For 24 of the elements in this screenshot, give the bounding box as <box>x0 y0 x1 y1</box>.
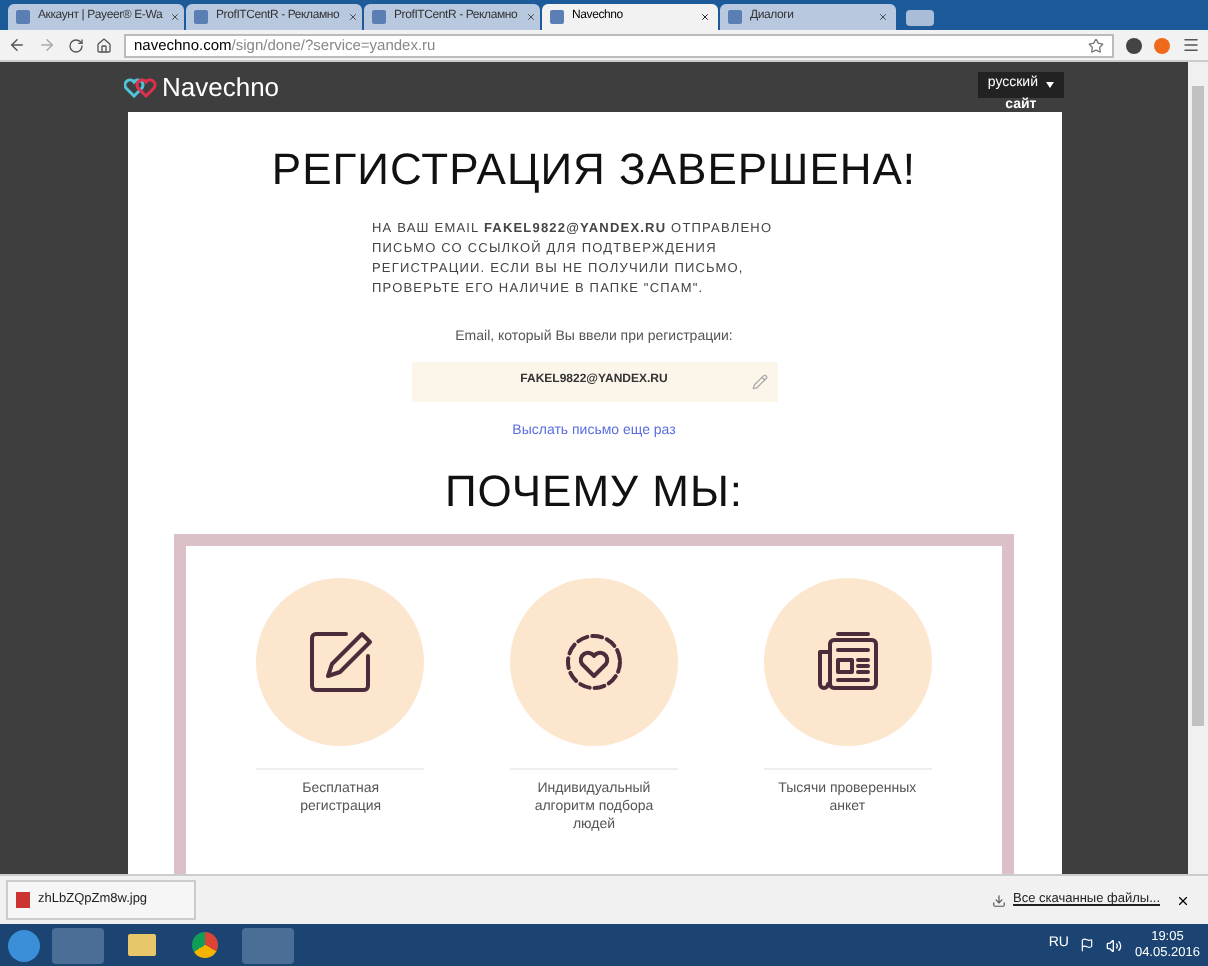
site-logo: Navechno <box>162 69 280 106</box>
close-icon[interactable] <box>1176 893 1190 907</box>
bookmark-star-icon[interactable] <box>1088 37 1104 53</box>
back-icon[interactable] <box>8 36 26 54</box>
start-button[interactable] <box>8 929 40 961</box>
download-icon <box>991 893 1006 907</box>
favicon-icon <box>16 10 30 24</box>
edit-icon <box>306 628 375 696</box>
section-title: ПОЧЕМУ МЫ: <box>444 466 744 518</box>
page-title: РЕГИСТРАЦИЯ ЗАВЕРШЕНА! <box>271 144 917 196</box>
favicon-icon <box>194 10 208 24</box>
favicon-icon <box>550 10 564 24</box>
reload-icon[interactable] <box>68 37 84 53</box>
caret-icon <box>1046 82 1054 88</box>
scrollbar-thumb[interactable] <box>1192 86 1204 726</box>
favicon-icon <box>372 10 386 24</box>
image-file-icon <box>16 892 30 908</box>
hearts-logo-icon <box>124 76 158 98</box>
home-icon[interactable] <box>96 37 112 53</box>
newspaper-icon <box>813 628 882 696</box>
flag-icon[interactable] <box>1080 938 1095 952</box>
favicon-icon <box>728 10 742 24</box>
menu-icon[interactable] <box>1182 36 1200 54</box>
volume-icon[interactable] <box>1106 937 1123 953</box>
